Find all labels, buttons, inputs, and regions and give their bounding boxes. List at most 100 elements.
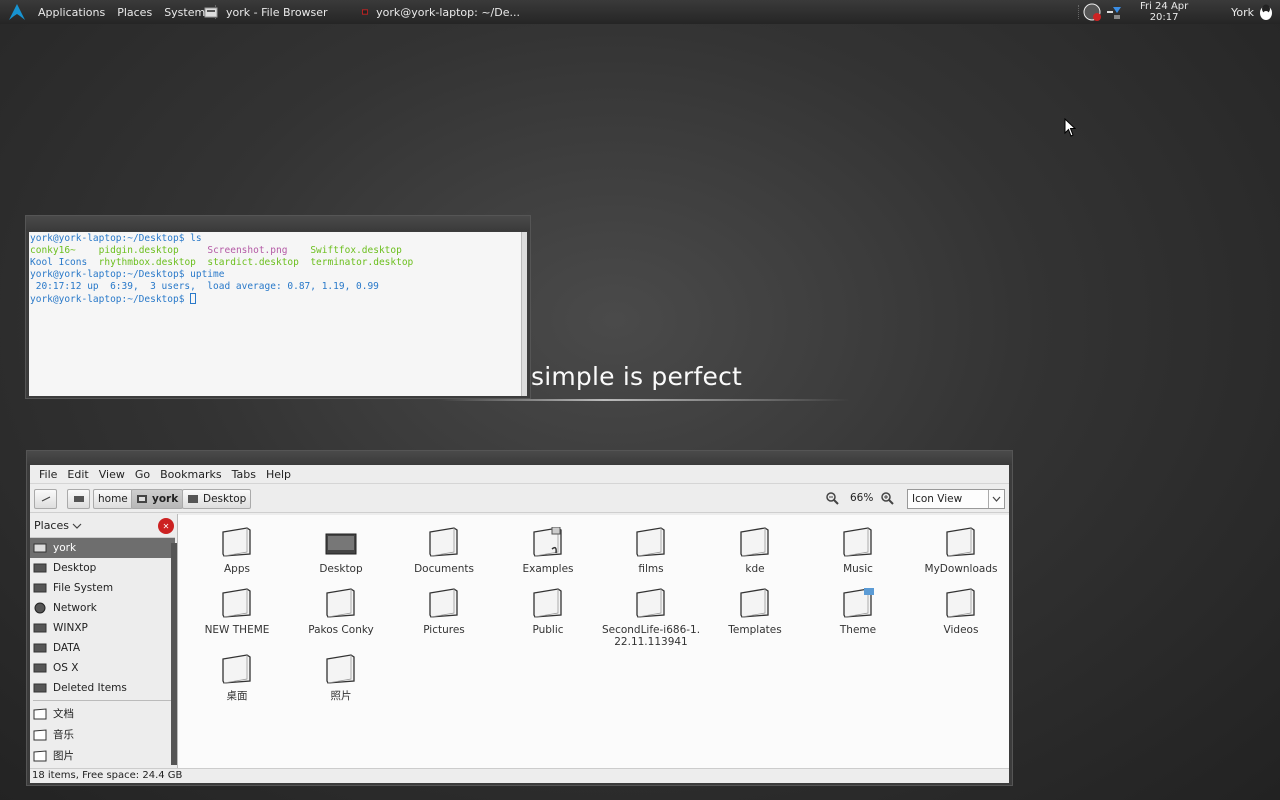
folder-icon — [843, 527, 872, 557]
folder-item[interactable]: 桌面 — [187, 654, 287, 702]
terminal-cursor — [190, 293, 197, 304]
sidebar-item-label: Desktop — [53, 562, 97, 574]
view-mode-select[interactable]: Icon View — [907, 489, 1005, 509]
user-menu[interactable]: York — [1231, 6, 1254, 19]
sidebar-item-network[interactable]: Network — [30, 598, 175, 618]
zoom-level[interactable]: 66% — [850, 492, 873, 504]
panel-separator — [1078, 5, 1080, 19]
trash-icon — [33, 683, 47, 693]
terminal-output[interactable]: york@york-laptop:~/Desktop$ ls conky16~ … — [29, 232, 523, 396]
folder-item[interactable]: Examples — [498, 527, 598, 575]
menu-go[interactable]: Go — [130, 468, 155, 481]
folder-item[interactable]: kde — [705, 527, 805, 575]
ls-entry: pidgin.desktop — [98, 245, 179, 256]
folder-icon — [740, 527, 769, 557]
path-home-button[interactable]: home — [93, 489, 133, 509]
pidgin-status-icon[interactable] — [1083, 3, 1102, 21]
file-browser-titlebar[interactable] — [27, 451, 1012, 465]
zoom-out-icon[interactable] — [825, 491, 839, 505]
sidebar-item-file-system[interactable]: File System — [30, 578, 175, 598]
folder-item[interactable]: MyDownloads — [911, 527, 1011, 575]
folder-item[interactable]: 照片 — [291, 654, 391, 702]
bookmarks-list: 文档 音乐图片 — [30, 703, 175, 766]
folder-icon — [429, 527, 458, 557]
clock-date: Fri 24 Apr — [1139, 1, 1189, 12]
folder-item[interactable]: NEW THEME — [187, 588, 287, 636]
path-york-button[interactable]: york — [131, 489, 184, 509]
sidebar-divider — [33, 700, 172, 701]
path-desktop-button[interactable]: Desktop — [182, 489, 252, 509]
sidebar-item-deleted-items[interactable]: Deleted Items — [30, 678, 175, 698]
file-browser-icon — [204, 7, 218, 18]
terminal-titlebar[interactable] — [26, 216, 530, 231]
sidebar-bookmark[interactable]: 文档 — [30, 703, 175, 724]
menu-bookmarks[interactable]: Bookmarks — [155, 468, 226, 481]
location-toolbar: home york Desktop 66% Icon View — [30, 484, 1009, 513]
task-terminal[interactable]: york@york-laptop: ~/De... — [356, 0, 526, 24]
terminal-line: york@york-laptop:~/Desktop$ uptime — [30, 269, 225, 280]
folder-icon — [636, 527, 665, 557]
drive-icon — [33, 623, 47, 633]
folder-item[interactable]: Music — [808, 527, 908, 575]
path-label: Desktop — [203, 493, 247, 505]
task-file-browser[interactable]: york - File Browser — [198, 0, 348, 24]
folder-label: Apps — [224, 563, 250, 575]
clock[interactable]: Fri 24 Apr 20:17 — [1127, 1, 1201, 23]
folder-item[interactable]: Pictures — [394, 588, 494, 636]
terminal-window[interactable]: york@york-laptop:~/Desktop$ ls conky16~ … — [25, 215, 531, 399]
folder-item[interactable]: Videos — [911, 588, 1011, 636]
toggle-location-button[interactable] — [34, 489, 57, 509]
menu-edit[interactable]: Edit — [62, 468, 93, 481]
path-label: home — [98, 493, 128, 505]
folder-item[interactable]: Templates — [705, 588, 805, 636]
sidebar-item-label: 图片 — [53, 750, 74, 762]
folder-item[interactable]: Public — [498, 588, 598, 636]
wallpaper-decoration — [440, 399, 850, 401]
chevron-down-icon — [988, 490, 1004, 508]
arch-logo-icon[interactable] — [6, 1, 28, 23]
tux-icon — [1260, 4, 1272, 20]
task-label: york@york-laptop: ~/De... — [376, 5, 520, 19]
folder-label: SecondLife-i686-1. 22.11.113941 — [601, 624, 701, 648]
path-root-button[interactable] — [67, 489, 90, 509]
sidebar-bookmark[interactable]: 音乐 — [30, 724, 175, 745]
sidebar-item-label: york — [53, 542, 77, 554]
sidebar-item-winxp[interactable]: WINXP — [30, 618, 175, 638]
ls-entry: Swiftfox.desktop — [310, 245, 402, 256]
view-mode-value: Icon View — [912, 493, 963, 505]
folder-item[interactable]: films — [601, 527, 701, 575]
sidebar-item-os-x[interactable]: OS X — [30, 658, 175, 678]
menu-view[interactable]: View — [94, 468, 130, 481]
folder-item[interactable]: Apps — [187, 527, 287, 575]
folder-label: films — [638, 563, 664, 575]
terminal-scrollbar[interactable] — [521, 232, 527, 396]
drive-icon — [33, 663, 47, 673]
folder-item[interactable]: Documents — [394, 527, 494, 575]
clock-time: 20:17 — [1149, 12, 1179, 23]
icon-view[interactable]: Apps Desktop Documents Examples films kde Musi… — [178, 515, 1009, 768]
folder-icon — [33, 707, 47, 719]
sidebar-bookmark[interactable]: 图片 — [30, 745, 175, 766]
close-sidebar-icon[interactable]: ✕ — [158, 518, 174, 534]
menu-tabs[interactable]: Tabs — [227, 468, 261, 481]
places-header[interactable]: Places ✕ — [30, 514, 175, 538]
zoom-in-icon[interactable] — [880, 491, 894, 505]
sidebar-item-data[interactable]: DATA — [30, 638, 175, 658]
menu-help[interactable]: Help — [261, 468, 296, 481]
folder-item[interactable]: Theme — [808, 588, 908, 636]
folder-label: Examples — [522, 563, 574, 575]
sidebar-item-york[interactable]: york — [30, 538, 175, 558]
menu-file[interactable]: File — [34, 468, 62, 481]
places-list: york Desktop File System Network WINXP DATA OS… — [30, 538, 175, 698]
folder-item[interactable]: Desktop — [291, 527, 391, 575]
folder-item[interactable]: SecondLife-i686-1. 22.11.113941 — [601, 588, 701, 648]
folder-item[interactable]: Pakos Conky — [291, 588, 391, 636]
network-icon[interactable] — [1105, 3, 1123, 21]
applications-menu[interactable]: Applications — [32, 6, 111, 19]
sidebar-item-label: Deleted Items — [53, 682, 127, 694]
file-browser-window[interactable]: File Edit View Go Bookmarks Tabs Help ho… — [26, 450, 1013, 786]
linked-folder-icon — [533, 527, 562, 557]
folder-icon — [222, 588, 251, 618]
places-menu[interactable]: Places — [111, 6, 158, 19]
sidebar-item-desktop[interactable]: Desktop — [30, 558, 175, 578]
